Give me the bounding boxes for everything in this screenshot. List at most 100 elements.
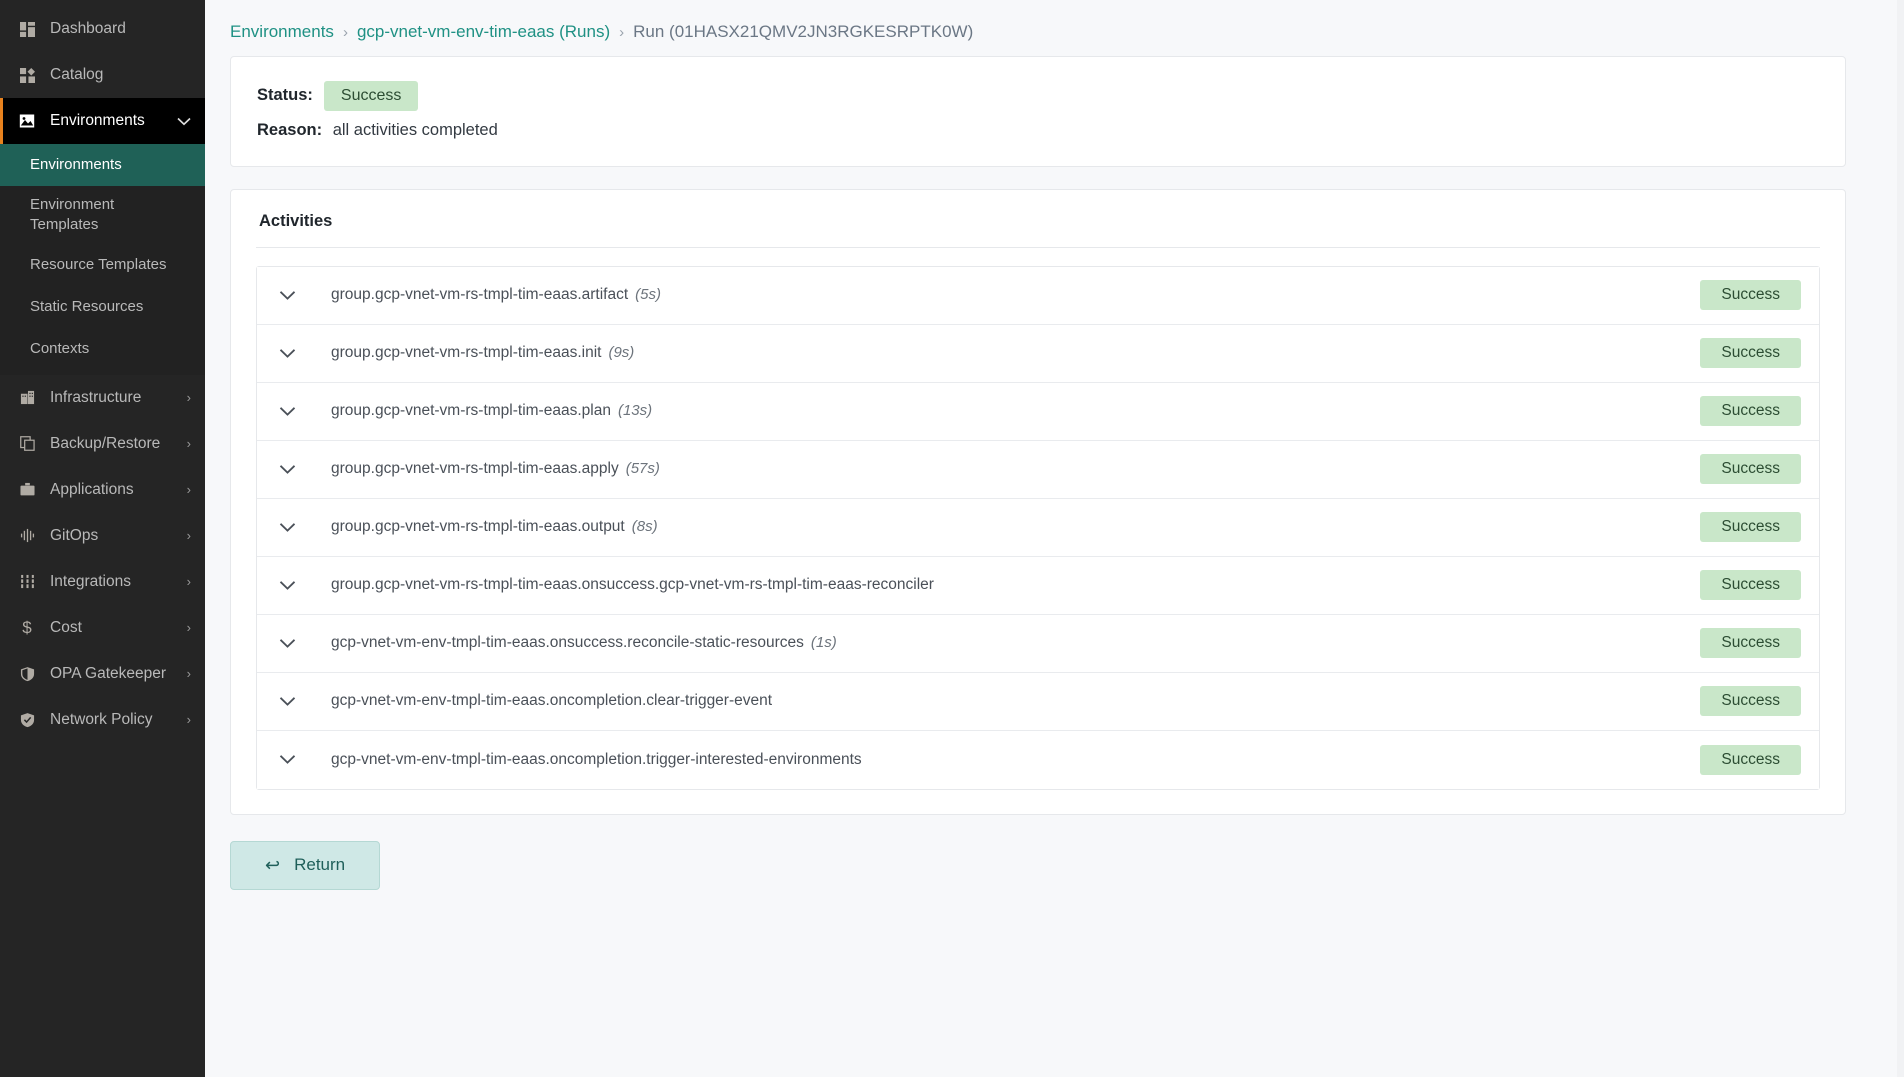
activity-duration: (13s): [617, 402, 653, 420]
chevron-down-icon[interactable]: [279, 406, 313, 417]
sidebar-subitem-label: Environment Templates: [30, 196, 115, 234]
return-arrow-icon: ↩: [265, 854, 281, 875]
environments-icon: [16, 113, 38, 129]
chevron-right-icon: ›: [186, 482, 191, 497]
breadcrumb-current-run: Run (01HASX21QMV2JN3RGKESRPTK0W): [633, 22, 974, 41]
table-row[interactable]: group.gcp-vnet-vm-rs-tmpl-tim-eaas.apply…: [257, 440, 1819, 499]
sidebar: Dashboard Catalog Environments Environme…: [0, 0, 205, 1077]
sidebar-item-environments[interactable]: Environments: [0, 98, 205, 144]
sidebar-item-gitops[interactable]: GitOps ›: [0, 513, 205, 559]
table-row[interactable]: gcp-vnet-vm-env-tmpl-tim-eaas.onsuccess.…: [257, 614, 1819, 673]
chevron-down-icon[interactable]: [279, 754, 313, 765]
chevron-right-icon: ›: [186, 712, 191, 727]
status-badge: Success: [1700, 454, 1801, 485]
status-badge: Success: [1700, 628, 1801, 659]
breadcrumb-link-environment-runs[interactable]: gcp-vnet-vm-env-tim-eaas (Runs): [357, 22, 610, 42]
activity-duration: (9s): [608, 344, 635, 362]
sidebar-item-label: Catalog: [50, 66, 104, 83]
divider: [256, 246, 1820, 248]
chevron-right-icon: ›: [186, 390, 191, 405]
table-row[interactable]: gcp-vnet-vm-env-tmpl-tim-eaas.oncompleti…: [257, 672, 1819, 731]
reason-value: all activities completed: [332, 120, 498, 139]
sidebar-item-infrastructure[interactable]: Infrastructure ›: [0, 375, 205, 421]
briefcase-icon: [16, 482, 38, 497]
status-badge: Success: [1700, 338, 1801, 369]
chevron-down-icon[interactable]: [279, 464, 313, 475]
pulse-icon: [16, 528, 38, 543]
chevron-right-icon: ›: [186, 620, 191, 635]
reason-row: Reason: all activities completed: [257, 121, 1819, 140]
status-badge: Success: [1700, 570, 1801, 601]
table-row[interactable]: group.gcp-vnet-vm-rs-tmpl-tim-eaas.onsuc…: [257, 556, 1819, 615]
sidebar-item-network-policy[interactable]: Network Policy ›: [0, 697, 205, 743]
sidebar-subitem-environments[interactable]: Environments: [0, 144, 205, 186]
activities-card: Activities group.gcp-vnet-vm-rs-tmpl-tim…: [230, 188, 1846, 815]
sidebar-item-cost[interactable]: $ Cost ›: [0, 605, 205, 651]
sidebar-item-label: Backup/Restore: [50, 434, 161, 452]
activity-name: group.gcp-vnet-vm-rs-tmpl-tim-eaas.plan(…: [331, 402, 653, 420]
shield-check-icon: [16, 712, 38, 728]
chevron-right-icon: ›: [186, 528, 191, 543]
activities-title: Activities: [259, 211, 333, 230]
return-button-label: Return: [294, 855, 346, 875]
sidebar-item-label: OPA Gatekeeper: [50, 664, 167, 682]
chevron-right-icon: ›: [186, 436, 191, 451]
sidebar-item-backup-restore[interactable]: Backup/Restore ›: [0, 421, 205, 467]
sidebar-subitem-environment-templates[interactable]: Environment Templates: [0, 186, 205, 245]
footer-bar: ↩ Return: [205, 815, 1904, 890]
activities-list: group.gcp-vnet-vm-rs-tmpl-tim-eaas.artif…: [256, 265, 1820, 790]
chevron-down-icon[interactable]: [279, 580, 313, 591]
chevron-down-icon: [177, 115, 191, 128]
sidebar-subitem-contexts[interactable]: Contexts: [0, 329, 205, 371]
breadcrumb-link-environments[interactable]: Environments: [230, 22, 334, 42]
sidebar-item-label: Dashboard: [50, 20, 126, 37]
sidebar-item-label: Applications: [50, 480, 134, 498]
activity-name: gcp-vnet-vm-env-tmpl-tim-eaas.oncompleti…: [331, 692, 773, 710]
sidebar-subitem-static-resources[interactable]: Static Resources: [0, 287, 205, 329]
activity-name: group.gcp-vnet-vm-rs-tmpl-tim-eaas.onsuc…: [331, 576, 934, 594]
sidebar-item-dashboard[interactable]: Dashboard: [0, 6, 205, 52]
sidebar-subitem-label: Static Resources: [30, 298, 144, 316]
status-badge: Success: [1700, 396, 1801, 427]
sidebar-subitem-resource-templates[interactable]: Resource Templates: [0, 245, 205, 287]
sidebar-item-integrations[interactable]: Integrations ›: [0, 559, 205, 605]
breadcrumb-separator: ›: [342, 23, 348, 41]
sidebar-item-catalog[interactable]: Catalog: [0, 52, 205, 98]
chevron-down-icon[interactable]: [279, 348, 313, 359]
shield-icon: [16, 666, 38, 682]
activity-name: gcp-vnet-vm-env-tmpl-tim-eaas.oncompleti…: [331, 750, 862, 768]
dollar-icon: $: [22, 617, 32, 637]
activity-duration: (57s): [625, 460, 660, 478]
activity-duration: (1s): [810, 634, 837, 652]
return-button[interactable]: ↩ Return: [230, 840, 381, 890]
chevron-right-icon: ›: [186, 574, 191, 589]
main-content: Environments › gcp-vnet-vm-env-tim-eaas …: [205, 0, 1904, 1077]
status-card: Status: Success Reason: all activities c…: [230, 56, 1846, 167]
status-badge: Success: [323, 81, 419, 111]
chevron-down-icon[interactable]: [279, 290, 313, 301]
sidebar-subitem-label: Environments: [30, 155, 122, 173]
table-row[interactable]: group.gcp-vnet-vm-rs-tmpl-tim-eaas.plan(…: [257, 382, 1819, 441]
scrollbar-track[interactable]: [1897, 0, 1904, 1077]
table-row[interactable]: group.gcp-vnet-vm-rs-tmpl-tim-eaas.outpu…: [257, 498, 1819, 557]
table-row[interactable]: group.gcp-vnet-vm-rs-tmpl-tim-eaas.artif…: [257, 266, 1819, 325]
sidebar-item-label: Integrations: [50, 572, 131, 590]
table-row[interactable]: gcp-vnet-vm-env-tmpl-tim-eaas.oncompleti…: [257, 730, 1819, 789]
sidebar-item-label: Network Policy: [50, 710, 153, 728]
status-badge: Success: [1700, 744, 1801, 775]
table-row[interactable]: group.gcp-vnet-vm-rs-tmpl-tim-eaas.init(…: [257, 324, 1819, 383]
sidebar-item-label: Cost: [50, 618, 82, 636]
activity-name: gcp-vnet-vm-env-tmpl-tim-eaas.onsuccess.…: [331, 634, 837, 652]
app-root: Dashboard Catalog Environments Environme…: [0, 0, 1904, 1077]
sidebar-item-label: GitOps: [50, 526, 99, 544]
sidebar-item-applications[interactable]: Applications ›: [0, 467, 205, 513]
sidebar-item-opa-gatekeeper[interactable]: OPA Gatekeeper ›: [0, 651, 205, 697]
activity-name: group.gcp-vnet-vm-rs-tmpl-tim-eaas.apply…: [331, 460, 660, 478]
chevron-down-icon[interactable]: [279, 522, 313, 533]
chevron-down-icon[interactable]: [279, 696, 313, 707]
reason-label: Reason:: [257, 120, 323, 139]
status-badge: Success: [1700, 686, 1801, 717]
chevron-right-icon: ›: [186, 666, 191, 681]
sidebar-item-label: Environments: [50, 112, 145, 129]
chevron-down-icon[interactable]: [279, 638, 313, 649]
